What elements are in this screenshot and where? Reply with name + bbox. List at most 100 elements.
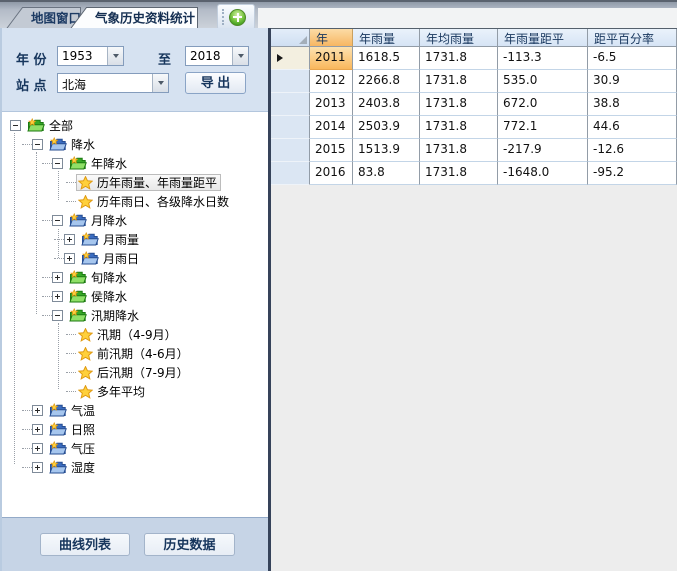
grid-cell[interactable]: 772.1	[498, 116, 588, 139]
column-header[interactable]: 年	[310, 29, 353, 47]
tree-node-label: 日照	[71, 421, 95, 438]
tree-connector	[42, 163, 52, 164]
grid-cell[interactable]: 38.8	[588, 93, 677, 116]
tab-map-window[interactable]: 地图窗口	[6, 8, 81, 30]
tree-node[interactable]: 湿度	[2, 458, 268, 477]
tree-node-content: 湿度	[47, 459, 99, 476]
add-tab-button[interactable]	[217, 4, 255, 30]
grid-cell[interactable]: 2013	[310, 93, 353, 116]
tree-node[interactable]: 旬降水	[2, 268, 268, 287]
grid-cell[interactable]: 1731.8	[420, 139, 498, 162]
collapse-icon[interactable]	[10, 120, 21, 131]
grid-cell[interactable]: 83.8	[353, 162, 420, 185]
row-indicator[interactable]	[271, 93, 310, 116]
to-label: 至	[158, 49, 171, 68]
tree-node[interactable]: 气温	[2, 401, 268, 420]
tree-node[interactable]: 后汛期（7-9月）	[2, 363, 268, 382]
year-to-combo[interactable]: 2018	[185, 46, 249, 66]
expand-icon[interactable]	[32, 462, 43, 473]
grid-corner-cell[interactable]	[271, 29, 310, 47]
tree-node[interactable]: 全部	[2, 116, 268, 135]
collapse-icon[interactable]	[52, 310, 63, 321]
grid-cell[interactable]: 2016	[310, 162, 353, 185]
column-header[interactable]: 年雨量	[353, 29, 420, 47]
station-combo[interactable]: 北海	[57, 73, 169, 93]
collapse-icon[interactable]	[32, 139, 43, 150]
tree-node-content: 月降水	[67, 212, 131, 229]
folder-blue-icon	[49, 137, 67, 152]
tree-node[interactable]: 月降水	[2, 211, 268, 230]
grid-cell[interactable]: 1731.8	[420, 93, 498, 116]
tree-node-content: 历年雨量、年雨量距平	[76, 174, 221, 191]
grid-cell[interactable]: 1731.8	[420, 47, 498, 70]
dropdown-arrow-icon[interactable]	[107, 47, 123, 65]
expand-icon[interactable]	[52, 291, 63, 302]
collapse-icon[interactable]	[52, 215, 63, 226]
tree-node[interactable]: 气压	[2, 439, 268, 458]
row-indicator[interactable]	[271, 116, 310, 139]
row-indicator[interactable]	[271, 139, 310, 162]
dropdown-arrow-icon[interactable]	[152, 74, 168, 92]
tree-node[interactable]: 多年平均	[2, 382, 268, 401]
tree-node[interactable]: 前汛期（4-6月）	[2, 344, 268, 363]
grid-cell[interactable]: -12.6	[588, 139, 677, 162]
grid-cell[interactable]: 44.6	[588, 116, 677, 139]
expand-icon[interactable]	[64, 253, 75, 264]
expand-icon[interactable]	[64, 234, 75, 245]
expand-icon[interactable]	[32, 424, 43, 435]
tree: 全部降水年降水历年雨量、年雨量距平历年雨日、各级降水日数月降水月雨量月雨日旬降水…	[2, 112, 268, 517]
tree-node[interactable]: 年降水	[2, 154, 268, 173]
tree-node[interactable]: 历年雨量、年雨量距平	[2, 173, 268, 192]
curve-list-button[interactable]: 曲线列表	[40, 533, 130, 556]
column-header[interactable]: 年雨量距平	[498, 29, 588, 47]
tree-node[interactable]: 汛期（4-9月）	[2, 325, 268, 344]
export-button[interactable]: 导 出	[185, 72, 246, 94]
expand-icon[interactable]	[52, 272, 63, 283]
tree-node[interactable]: 历年雨日、各级降水日数	[2, 192, 268, 211]
column-header[interactable]: 年均雨量	[420, 29, 498, 47]
grid-cell[interactable]: -6.5	[588, 47, 677, 70]
column-header[interactable]: 距平百分率	[588, 29, 677, 47]
tree-node-content: 前汛期（4-6月）	[76, 345, 193, 362]
grid-cell[interactable]: 672.0	[498, 93, 588, 116]
tree-node[interactable]: 日照	[2, 420, 268, 439]
grid-cell[interactable]: 30.9	[588, 70, 677, 93]
tree-node[interactable]: 汛期降水	[2, 306, 268, 325]
row-indicator[interactable]	[271, 70, 310, 93]
dropdown-arrow-icon[interactable]	[232, 47, 248, 65]
grid-cell[interactable]: 535.0	[498, 70, 588, 93]
grid-cell[interactable]: -217.9	[498, 139, 588, 162]
grid-cell[interactable]: 1731.8	[420, 116, 498, 139]
history-data-button[interactable]: 历史数据	[144, 533, 235, 556]
grid-cell[interactable]: 1513.9	[353, 139, 420, 162]
tree-node[interactable]: 月雨日	[2, 249, 268, 268]
grid-cell[interactable]: -113.3	[498, 47, 588, 70]
grid-cell[interactable]: 2011	[310, 47, 353, 70]
grid-cell[interactable]: -95.2	[588, 162, 677, 185]
grid-cell[interactable]: 2266.8	[353, 70, 420, 93]
grid-cell[interactable]: 2015	[310, 139, 353, 162]
grid-cell[interactable]: -1648.0	[498, 162, 588, 185]
year-from-combo[interactable]: 1953	[57, 46, 124, 66]
folder-blue-icon	[49, 403, 67, 418]
grid-cell[interactable]: 2014	[310, 116, 353, 139]
tab-weather-history-stats[interactable]: 气象历史资料统计	[70, 8, 198, 30]
grid-cell[interactable]: 1618.5	[353, 47, 420, 70]
tree-node[interactable]: 月雨量	[2, 230, 268, 249]
expand-icon[interactable]	[32, 405, 43, 416]
collapse-icon[interactable]	[52, 158, 63, 169]
row-indicator[interactable]	[271, 162, 310, 185]
grid-cell[interactable]: 1731.8	[420, 162, 498, 185]
tree-node[interactable]: 降水	[2, 135, 268, 154]
row-indicator[interactable]	[271, 47, 310, 70]
tree-node[interactable]: 侯降水	[2, 287, 268, 306]
tree-node-label: 汛期（4-9月）	[97, 326, 177, 343]
grid-cell[interactable]: 2012	[310, 70, 353, 93]
tree-connector	[42, 296, 52, 297]
folder-green-icon	[69, 156, 87, 171]
expand-icon[interactable]	[32, 443, 43, 454]
grid-cell[interactable]: 2503.9	[353, 116, 420, 139]
grip-dots-icon	[222, 9, 224, 25]
grid-cell[interactable]: 2403.8	[353, 93, 420, 116]
grid-cell[interactable]: 1731.8	[420, 70, 498, 93]
